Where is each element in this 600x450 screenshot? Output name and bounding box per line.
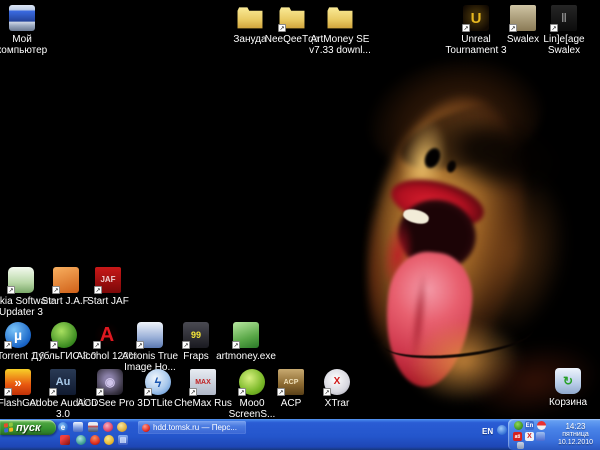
icon-image: U ↗ — [462, 4, 490, 32]
globe-icon[interactable] — [497, 425, 507, 435]
shortcut-arrow-icon: ↗ — [49, 388, 57, 396]
ati-tray-icon[interactable]: ati — [513, 432, 522, 441]
icon-label: artmoney.exe — [210, 351, 282, 362]
volume-tray-icon[interactable] — [517, 442, 524, 449]
icon-image: Au ↗ — [49, 368, 77, 396]
shortcut-arrow-icon: ↗ — [96, 388, 104, 396]
taskbar-clock[interactable]: 14:23 пятница 10.12.2010 — [552, 420, 599, 449]
messenger-quick-icon[interactable] — [73, 422, 83, 432]
shortcut-arrow-icon: ↗ — [4, 388, 12, 396]
flame-app-quick-icon[interactable] — [90, 435, 100, 445]
taskbar: пуск e — [0, 419, 600, 450]
start-button[interactable]: пуск — [0, 420, 56, 435]
wallpaper-rim-light — [366, 208, 386, 340]
start-button-label: пуск — [16, 422, 41, 434]
icon-label: Start JAF — [72, 296, 144, 307]
red-app-quick-icon[interactable] — [60, 435, 70, 445]
clock-weekday: пятница — [562, 431, 588, 439]
task-button-favicon — [142, 424, 150, 432]
antivirus-tray-icon[interactable] — [514, 421, 523, 430]
file-manager-quick-icon[interactable]: ▤ — [118, 435, 128, 445]
icon-label: ArtMoney SE v7.33 downl... — [304, 34, 376, 56]
icon-image: 99 ↗ — [182, 321, 210, 349]
icon-my-computer[interactable]: ↗ Мой компьютер — [0, 4, 58, 56]
shortcut-arrow-icon: ↗ — [52, 286, 60, 294]
kaspersky-tray-icon[interactable] — [537, 421, 546, 430]
icon-label: Мой компьютер — [0, 34, 58, 56]
task-button-hdd-tomsk[interactable]: hdd.tomsk.ru — Перс... — [138, 421, 246, 434]
icon-image: ‖ ↗ — [550, 4, 578, 32]
icon-label: Корзина — [532, 397, 600, 408]
icon-image: X ↗ — [323, 368, 351, 396]
gold-app-quick-icon[interactable] — [104, 435, 114, 445]
icon-image: ◉ ↗ — [96, 368, 124, 396]
icon-folder-artmoney-se[interactable]: ↗ ArtMoney SE v7.33 downl... — [304, 4, 376, 56]
shortcut-arrow-icon: ↗ — [4, 341, 12, 349]
language-indicator[interactable]: EN — [482, 427, 493, 436]
shortcut-arrow-icon: ↗ — [50, 341, 58, 349]
shortcut-arrow-icon: ↗ — [277, 388, 285, 396]
icon-image: ↗ — [326, 4, 354, 32]
tray-icon-glyph: X — [527, 433, 532, 440]
coin-app-quick-icon[interactable] — [117, 422, 127, 432]
clock-date: 10.12.2010 — [558, 439, 593, 447]
shortcut-arrow-icon: ↗ — [462, 24, 470, 32]
internet-explorer-quick-icon[interactable]: e — [58, 422, 68, 432]
language-tray-badge[interactable]: En — [525, 421, 534, 430]
task-button-label: hdd.tomsk.ru — Перс... — [153, 423, 237, 432]
shortcut-arrow-icon: ↗ — [550, 24, 558, 32]
windows-logo-icon — [4, 422, 13, 432]
quick-icon-glyph: e — [61, 423, 65, 432]
shortcut-arrow-icon: ↗ — [94, 286, 102, 294]
icon-image: ↗ — [278, 4, 306, 32]
shortcut-arrow-icon: ↗ — [323, 388, 331, 396]
shortcut-arrow-icon: ↗ — [278, 24, 286, 32]
icon-glyph — [8, 4, 36, 32]
alert-x-tray-icon[interactable]: X — [525, 432, 534, 441]
icon-image: ↗ — [232, 321, 260, 349]
updater-tray-icon[interactable] — [536, 432, 545, 441]
clock-time: 14:23 — [565, 422, 585, 431]
icon-image: JAF ↗ — [94, 266, 122, 294]
icon-label: XTrar — [301, 398, 373, 409]
quick-icon-glyph: ▤ — [120, 436, 127, 444]
shortcut-arrow-icon: ↗ — [136, 341, 144, 349]
icon-lineage-swalex[interactable]: ‖ ↗ Lin]e[age Swalex — [528, 4, 600, 56]
icon-image: MAX ↗ — [189, 368, 217, 396]
icon-xtrar[interactable]: X ↗ XTrar — [301, 368, 373, 409]
shortcut-arrow-icon: ↗ — [144, 388, 152, 396]
tray-icon-glyph: ati — [515, 434, 521, 440]
teal-app-quick-icon[interactable] — [76, 435, 86, 445]
icon-artmoney-exe[interactable]: ↗ artmoney.exe — [210, 321, 282, 362]
shortcut-arrow-icon: ↗ — [189, 388, 197, 396]
icon-glyph — [326, 4, 354, 32]
icon-start-jaf-red[interactable]: JAF ↗ Start JAF — [72, 266, 144, 307]
shortcut-arrow-icon: ↗ — [93, 341, 101, 349]
shortcut-arrow-icon: ↗ — [232, 341, 240, 349]
shortcut-arrow-icon: ↗ — [7, 286, 15, 294]
tray-icon-glyph: En — [526, 423, 534, 429]
shortcut-arrow-icon: ↗ — [509, 24, 517, 32]
shortcut-arrow-icon: ↗ — [238, 388, 246, 396]
icon-glyph: ↻ — [554, 367, 582, 395]
icon-image: ↗ — [8, 4, 36, 32]
icon-image: ↻ ↗ — [554, 367, 582, 395]
icon-label: Lin]e[age Swalex — [528, 34, 600, 56]
download-manager-quick-icon[interactable] — [103, 422, 113, 432]
icon-recycle-bin[interactable]: ↻ ↗ Корзина — [532, 367, 600, 408]
computer-quick-icon[interactable] — [88, 422, 98, 432]
shortcut-arrow-icon: ↗ — [182, 341, 190, 349]
